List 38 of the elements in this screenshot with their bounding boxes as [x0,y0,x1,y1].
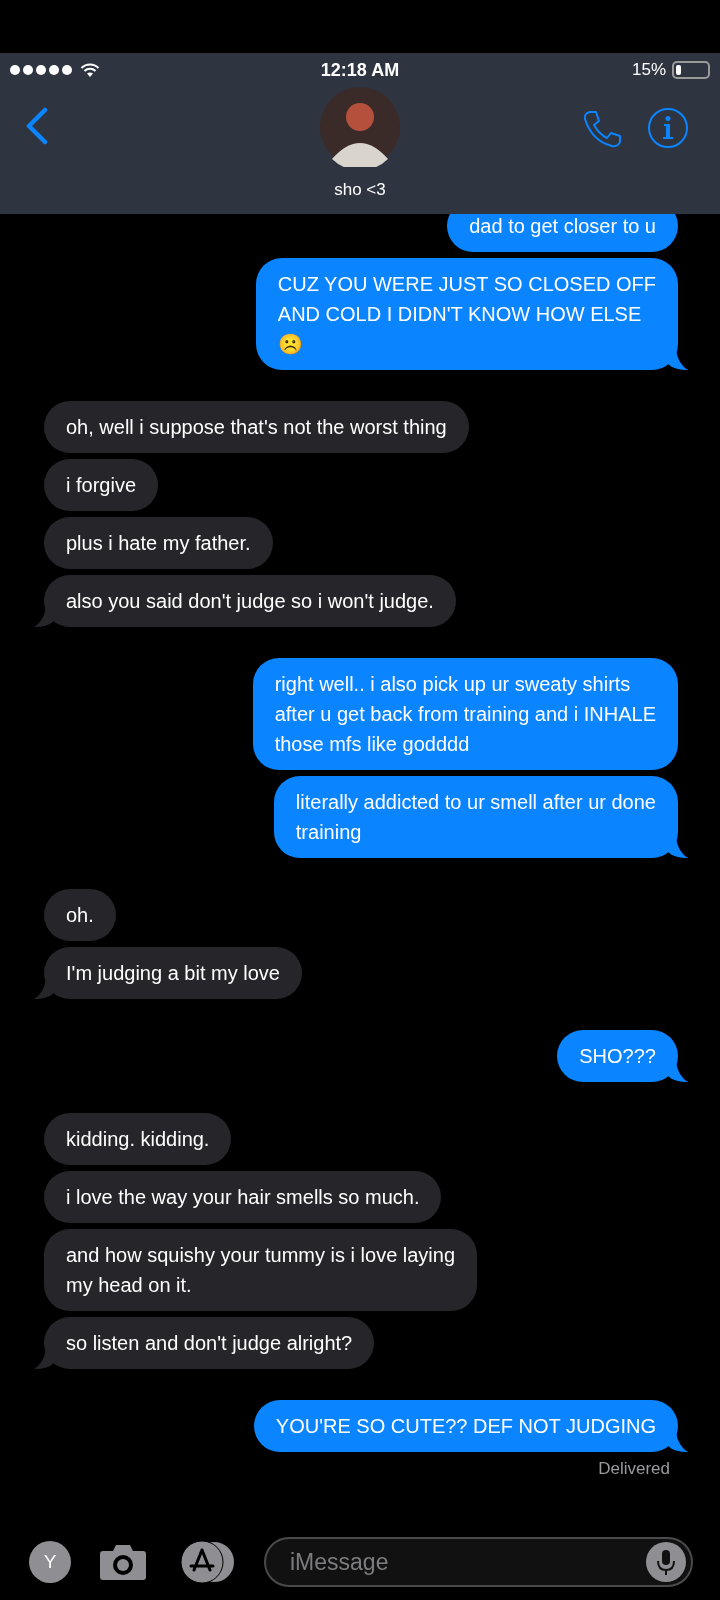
received-message-bubble: and how squishy your tummy is i love laying my head on it. [44,1229,478,1311]
received-message-bubble: i forgive [44,459,159,511]
received-message-bubble: also you said don't judge so i won't judge. [44,575,456,627]
contact-name[interactable]: sho <3 [334,177,386,203]
sent-message-bubble: right well.. i also pick up ur sweaty shirts after u get back from training and i INHALE those mfs like godddd [252,658,678,770]
microphone-icon[interactable] [646,1542,686,1582]
delivery-status: Delivered [598,1458,670,1480]
signal-icon [10,65,72,75]
sent-message-bubble: YOU'RE SO CUTE?? DEF NOT JUDGING [253,1400,678,1452]
bubble-tail [668,1432,688,1452]
app-store-icon[interactable] [180,1540,236,1584]
bubble-tail [34,607,54,627]
bubble-tail [34,979,54,999]
back-icon[interactable] [25,107,49,145]
received-message-bubble: oh, well i suppose that's not the worst thing [44,401,469,453]
info-icon[interactable] [647,107,689,149]
received-message-bubble: I'm judging a bit my love [44,947,302,999]
status-time: 12:18 AM [320,58,400,82]
wifi-icon [80,62,100,78]
sent-message-bubble: literally addicted to ur smell after ur done training [273,776,678,858]
battery-percent: 15% [631,59,666,82]
bubble-tail [668,350,688,370]
bubble-tail [668,838,688,858]
bubble-tail [668,1062,688,1082]
camera-icon[interactable] [99,1543,147,1581]
received-message-bubble: plus i hate my father. [44,517,273,569]
phone-icon[interactable] [582,109,622,149]
sent-message-bubble: CUZ YOU WERE JUST SO CLOSED OFF AND COLD I DIDN'T KNOW HOW ELSE ☹ [255,258,678,370]
received-message-bubble: so listen and don't judge alright? [44,1317,375,1369]
received-message-bubble: i love the way your hair smells so much. [44,1171,442,1223]
battery-icon [672,61,710,79]
received-message-bubble: oh. [44,889,116,941]
bubble-tail [34,1349,54,1369]
received-message-bubble: kidding. kidding. [44,1113,232,1165]
sent-message-bubble: SHO??? [557,1030,678,1082]
message-field[interactable]: iMessage [264,1537,693,1587]
avatar[interactable] [320,87,400,167]
message-input[interactable]: iMessage [290,1544,646,1580]
